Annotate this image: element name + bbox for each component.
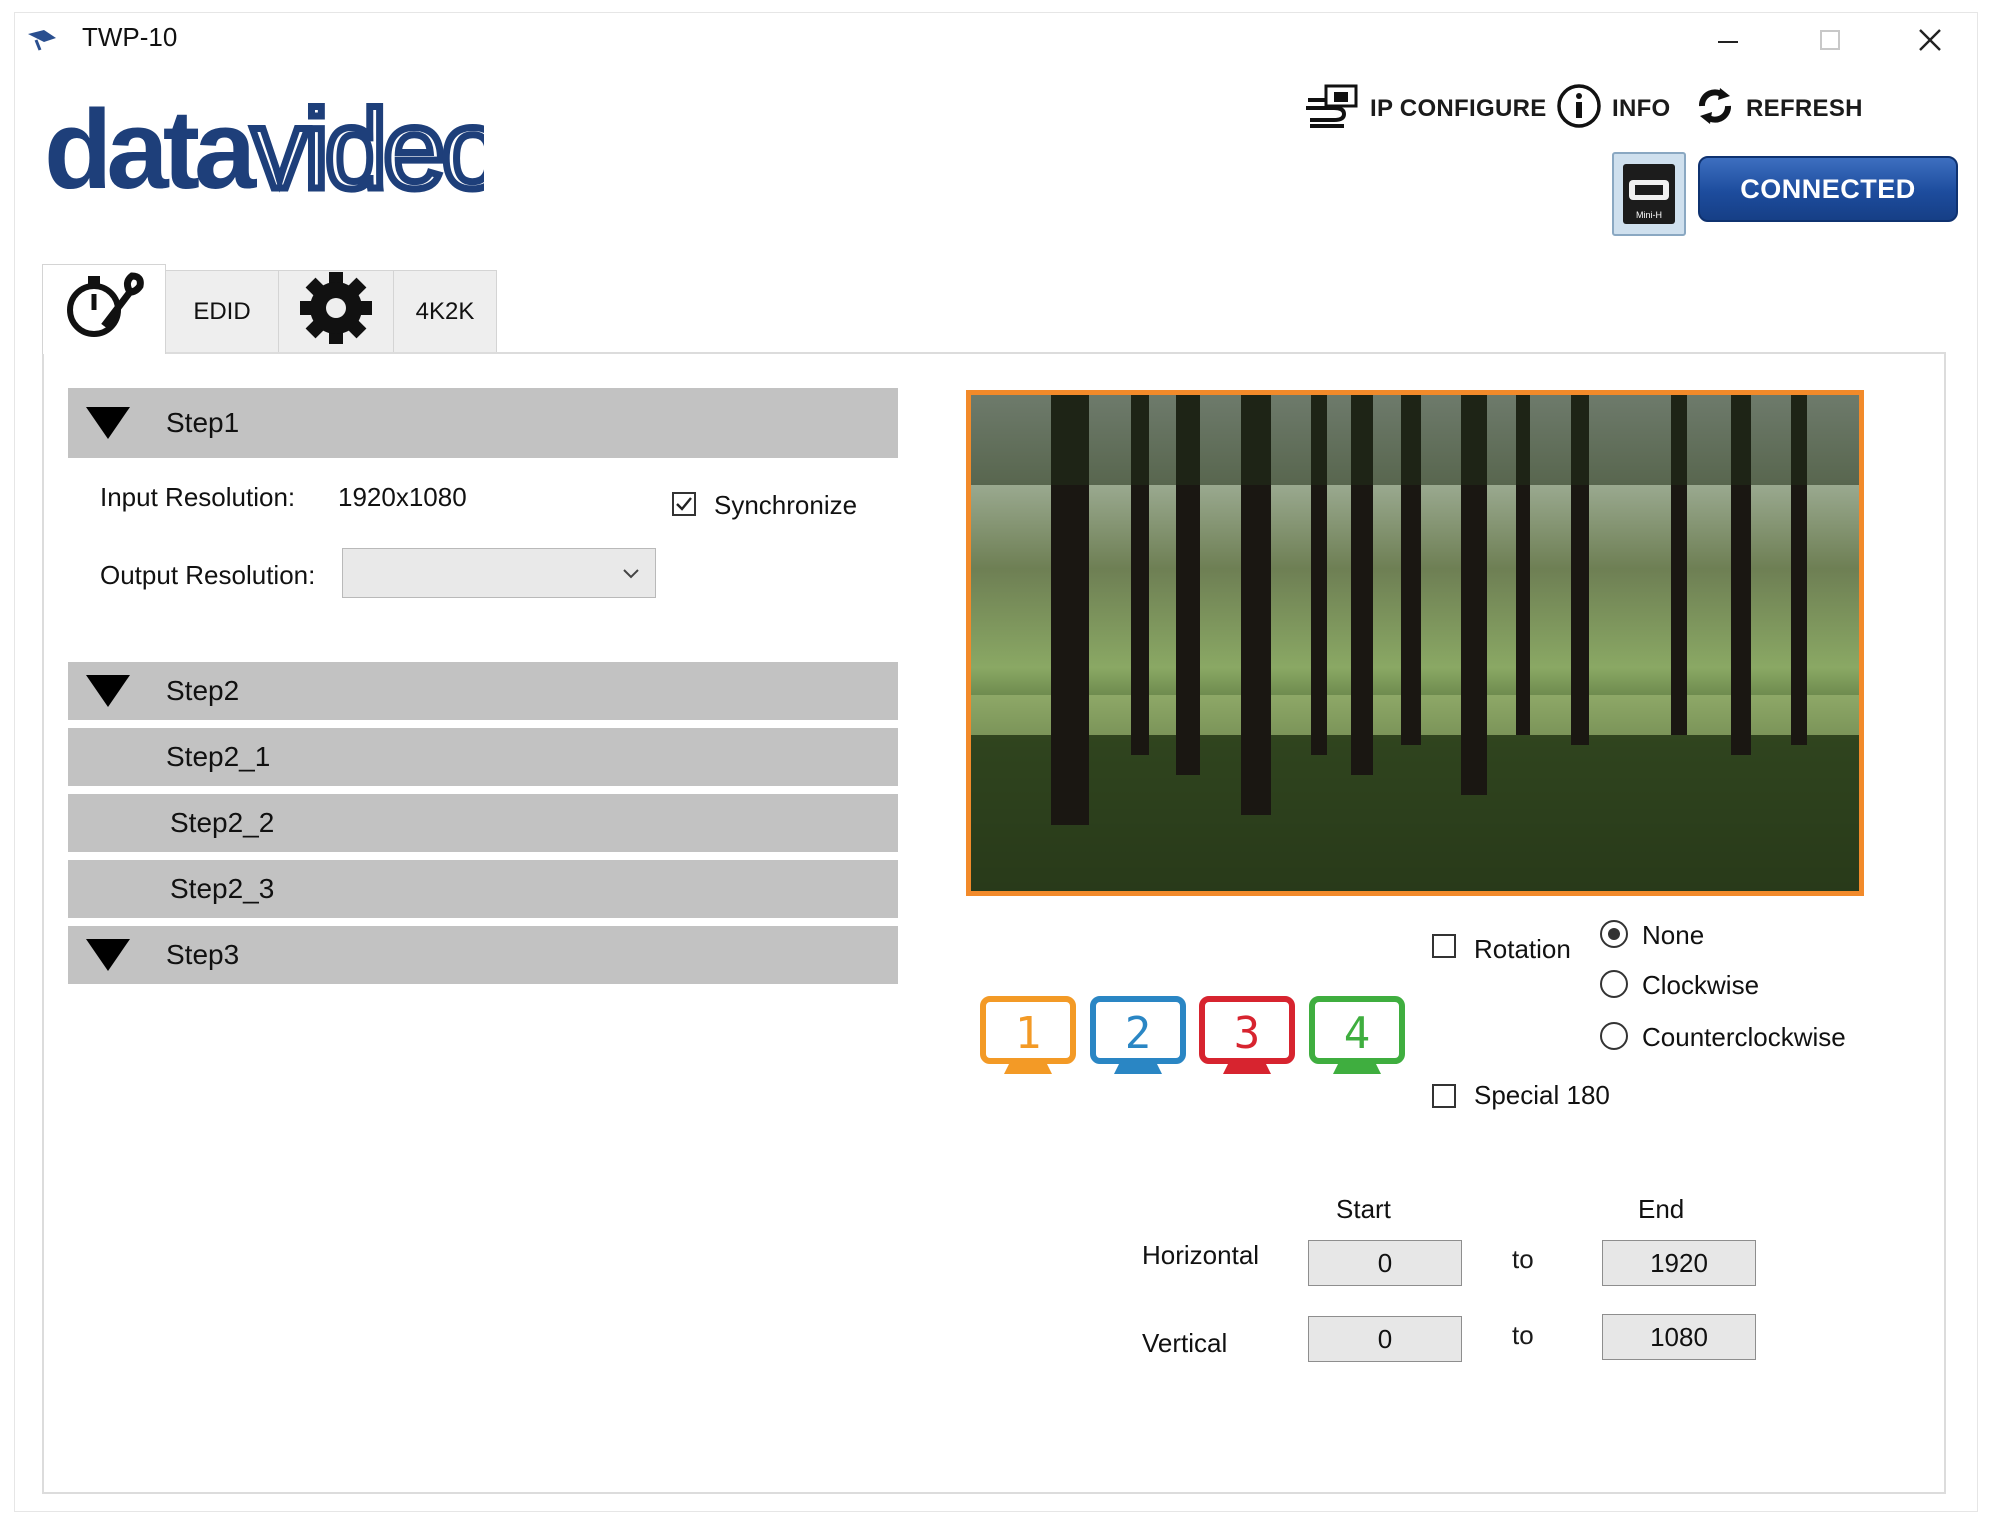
synchronize-checkbox[interactable] (672, 492, 696, 516)
monitor-1-button[interactable]: 1 (980, 996, 1076, 1078)
ip-configure-button[interactable]: IP CONFIGURE (1304, 84, 1547, 135)
special-180-checkbox[interactable] (1432, 1084, 1456, 1108)
ip-configure-icon (1304, 84, 1360, 135)
gear-icon (298, 270, 374, 353)
monitor-4-button[interactable]: 4 (1309, 996, 1405, 1078)
info-button[interactable]: INFO (1556, 83, 1671, 132)
collapse-triangle-icon (86, 407, 130, 439)
minimize-button[interactable] (1698, 18, 1758, 62)
radio-clockwise[interactable] (1600, 970, 1628, 998)
collapse-triangle-icon (86, 939, 130, 971)
rotation-label: Rotation (1474, 934, 1571, 964)
step3-header[interactable]: Step3 (68, 926, 898, 984)
monitor-3-label: 3 (1234, 1008, 1261, 1059)
refresh-button[interactable]: REFRESH (1694, 86, 1863, 132)
step2-header[interactable]: Step2 (68, 662, 898, 720)
end-column-header: End (1638, 1194, 1685, 1224)
stopwatch-wrench-icon (64, 268, 144, 351)
chevron-down-icon (621, 563, 641, 588)
step2-1-item[interactable]: Step2_1 (68, 728, 898, 786)
svg-text:video: video (252, 92, 484, 202)
vertical-start-field[interactable]: 0 (1308, 1316, 1462, 1362)
mini-hdmi-port-button[interactable]: Mini-H (1612, 152, 1686, 236)
tab-4k2k[interactable]: 4K2K (393, 270, 497, 352)
collapse-triangle-icon (86, 675, 130, 707)
info-label: INFO (1612, 95, 1671, 122)
app-icon (26, 28, 58, 52)
mini-hdmi-caption: Mini-H (1636, 210, 1662, 220)
output-resolution-label: Output Resolution: (100, 560, 316, 590)
radio-none-label: None (1642, 920, 1705, 950)
radio-counterclockwise-label: Counterclockwise (1642, 1022, 1846, 1052)
refresh-icon (1694, 84, 1736, 135)
refresh-label: REFRESH (1746, 95, 1863, 122)
horizontal-end-field[interactable]: 1920 (1602, 1240, 1756, 1286)
step2-2-item[interactable]: Step2_2 (68, 794, 898, 852)
maximize-button[interactable] (1800, 18, 1860, 62)
step2-3-label: Step2_3 (170, 873, 275, 904)
output-resolution-select[interactable] (342, 548, 656, 598)
monitor-2-label: 2 (1125, 1008, 1152, 1059)
close-button[interactable] (1900, 18, 1960, 62)
window-title: TWP-10 (82, 22, 178, 52)
radio-none[interactable] (1600, 920, 1628, 948)
tab-tools[interactable] (42, 264, 166, 354)
video-preview (966, 390, 1864, 896)
tab-edid[interactable]: EDID (165, 270, 279, 352)
monitor-4-label: 4 (1344, 1008, 1371, 1059)
info-icon (1556, 83, 1602, 136)
special-180-label: Special 180 (1474, 1080, 1610, 1110)
step1-label: Step1 (166, 407, 240, 438)
rotation-checkbox[interactable] (1432, 934, 1456, 958)
input-resolution-value: 1920x1080 (338, 482, 467, 512)
radio-counterclockwise[interactable] (1600, 1022, 1628, 1050)
step2-1-label: Step2_1 (166, 741, 271, 772)
svg-text:data: data (44, 92, 257, 202)
horizontal-start-field[interactable]: 0 (1308, 1240, 1462, 1286)
vertical-to-label: to (1512, 1320, 1534, 1350)
connected-button[interactable]: CONNECTED (1698, 156, 1958, 222)
input-resolution-label: Input Resolution: (100, 482, 296, 512)
monitor-2-button[interactable]: 2 (1090, 996, 1186, 1078)
synchronize-label: Synchronize (714, 490, 858, 520)
vertical-end-field[interactable]: 1080 (1602, 1314, 1756, 1360)
step2-2-label: Step2_2 (170, 807, 275, 838)
monitor-1-label: 1 (1015, 1008, 1042, 1059)
horizontal-label: Horizontal (1142, 1240, 1260, 1270)
step1-header[interactable]: Step1 (68, 388, 898, 458)
radio-clockwise-label: Clockwise (1642, 970, 1760, 1000)
ip-configure-label: IP CONFIGURE (1370, 95, 1547, 122)
step2-3-item[interactable]: Step2_3 (68, 860, 898, 918)
monitor-3-button[interactable]: 3 (1199, 996, 1295, 1078)
horizontal-to-label: to (1512, 1244, 1534, 1274)
start-column-header: Start (1336, 1194, 1391, 1224)
datavideo-logo: data video (44, 84, 507, 216)
step3-label: Step3 (166, 939, 240, 970)
step2-label: Step2 (166, 675, 240, 706)
vertical-label: Vertical (1142, 1328, 1228, 1358)
tab-settings[interactable] (278, 270, 394, 352)
